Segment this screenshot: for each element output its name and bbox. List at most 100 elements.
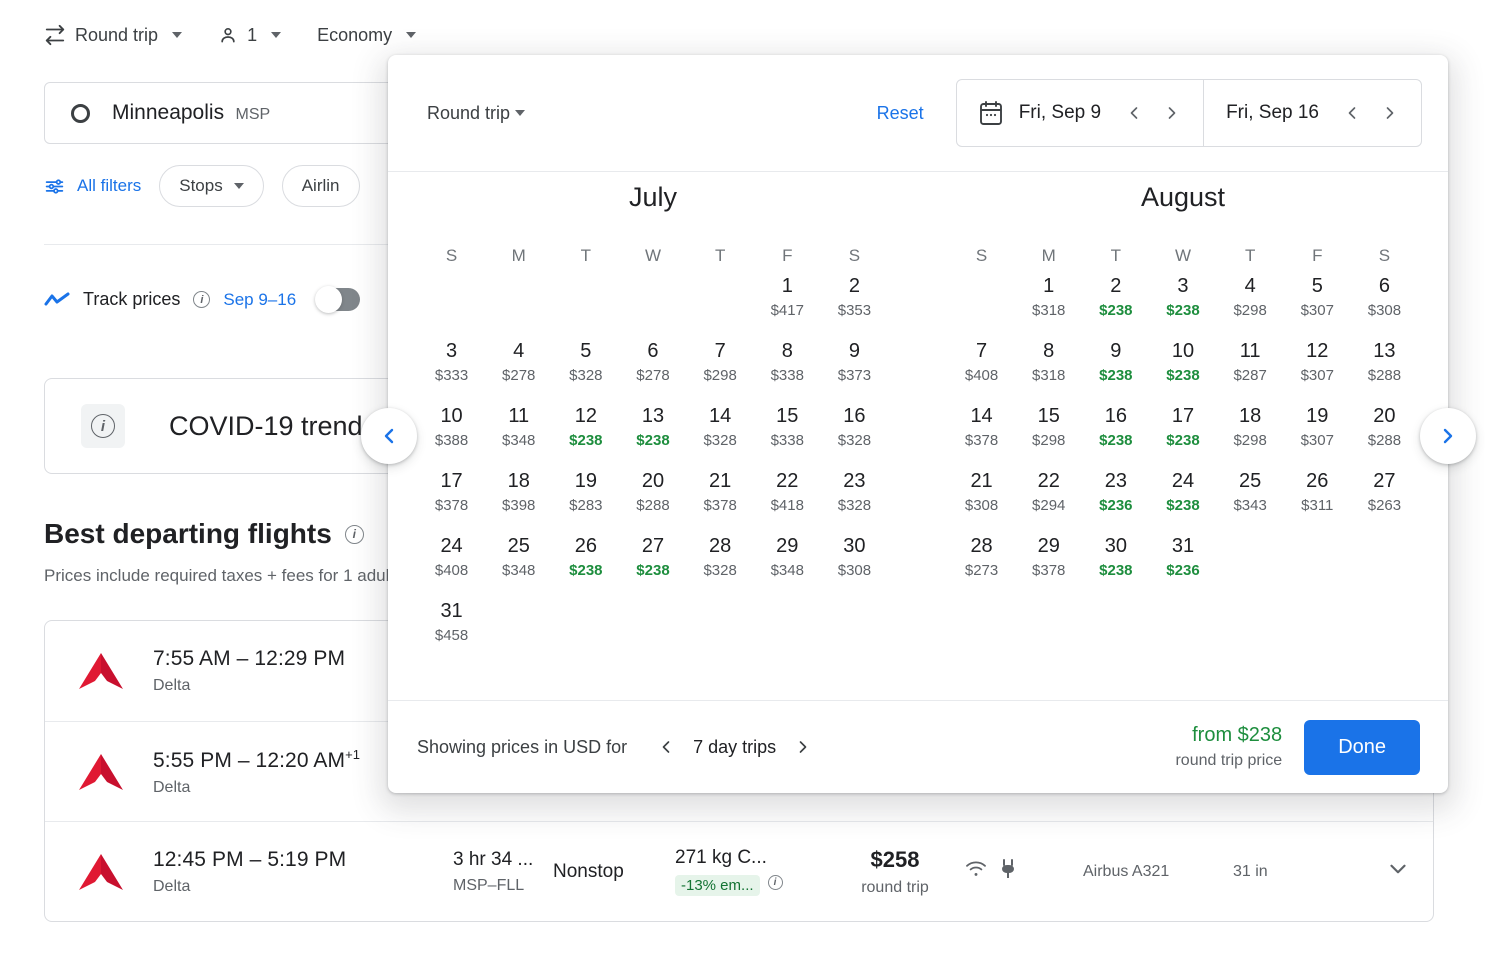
calendar-day-cell[interactable]: 13$288 xyxy=(1351,335,1418,400)
cabin-class-selector[interactable]: Economy xyxy=(317,25,416,46)
calendar-day-cell[interactable]: 18$398 xyxy=(485,465,552,530)
calendar-day-cell[interactable]: 10$238 xyxy=(1149,335,1216,400)
calendar-day-cell[interactable]: 31$458 xyxy=(418,595,485,660)
stops-filter-chip[interactable]: Stops xyxy=(159,165,263,207)
calendar-day-cell[interactable]: 29$378 xyxy=(1015,530,1082,595)
return-date-segment[interactable]: Fri, Sep 16 xyxy=(1203,80,1421,146)
calendar-day-cell[interactable]: 8$338 xyxy=(754,335,821,400)
calendar-day-cell[interactable]: 20$288 xyxy=(1351,400,1418,465)
calendar-day-price: $283 xyxy=(569,497,602,514)
calendar-day-cell[interactable]: 22$418 xyxy=(754,465,821,530)
track-prices-toggle[interactable] xyxy=(316,288,360,311)
departure-date-segment[interactable]: Fri, Sep 9 xyxy=(957,80,1203,146)
calendar-day-cell[interactable]: 21$308 xyxy=(948,465,1015,530)
calendar-day-cell[interactable]: 8$318 xyxy=(1015,335,1082,400)
calendar-day-cell[interactable]: 31$236 xyxy=(1149,530,1216,595)
chevron-down-icon[interactable] xyxy=(1385,856,1411,887)
calendar-day-cell[interactable]: 12$307 xyxy=(1284,335,1351,400)
calendar-day-cell[interactable]: 23$236 xyxy=(1082,465,1149,530)
calendar-day-cell[interactable]: 9$373 xyxy=(821,335,888,400)
calendar-day-cell[interactable]: 16$238 xyxy=(1082,400,1149,465)
calendar-day-cell[interactable]: 18$298 xyxy=(1217,400,1284,465)
swap-arrows-icon xyxy=(44,24,66,46)
all-filters-button[interactable]: All filters xyxy=(44,176,141,197)
next-page-button[interactable] xyxy=(1420,408,1476,464)
calendar-day-cell[interactable]: 27$238 xyxy=(619,530,686,595)
airlines-filter-chip[interactable]: Airlin xyxy=(282,165,360,207)
calendar-day-cell[interactable]: 19$283 xyxy=(552,465,619,530)
flight-stops: Nonstop xyxy=(553,861,675,883)
calendar-day-cell[interactable]: 15$298 xyxy=(1015,400,1082,465)
calendar-day-cell[interactable]: 13$238 xyxy=(619,400,686,465)
calendar-day-cell[interactable]: 5$307 xyxy=(1284,270,1351,335)
trip-type-selector[interactable]: Round trip xyxy=(44,24,182,46)
calendar-day-cell[interactable]: 26$311 xyxy=(1284,465,1351,530)
calendar-day-cell[interactable]: 7$298 xyxy=(687,335,754,400)
calendar-day-cell[interactable]: 15$338 xyxy=(754,400,821,465)
calendar-day-cell[interactable]: 2$238 xyxy=(1082,270,1149,335)
calendar-day-cell[interactable]: 28$328 xyxy=(687,530,754,595)
calendar-day-cell[interactable]: 14$378 xyxy=(948,400,1015,465)
calendar-day-cell[interactable]: 19$307 xyxy=(1284,400,1351,465)
calendar-day-cell[interactable]: 16$328 xyxy=(821,400,888,465)
calendar-day-cell[interactable]: 1$417 xyxy=(754,270,821,335)
calendar-day-price: $298 xyxy=(703,367,736,384)
calendar-day-cell[interactable]: 5$328 xyxy=(552,335,619,400)
calendar-day-cell[interactable]: 29$348 xyxy=(754,530,821,595)
calendar-day-cell[interactable]: 25$343 xyxy=(1217,465,1284,530)
calendar-day-cell[interactable]: 12$238 xyxy=(552,400,619,465)
calendar-day-cell[interactable]: 23$328 xyxy=(821,465,888,530)
increase-trip-length-button[interactable] xyxy=(786,730,820,764)
departure-next-day-button[interactable] xyxy=(1155,96,1189,130)
dialog-trip-type-selector[interactable]: Round trip xyxy=(427,103,525,124)
calendar-day-cell[interactable]: 24$408 xyxy=(418,530,485,595)
calendar-day-cell[interactable]: 4$298 xyxy=(1217,270,1284,335)
chevron-left-icon xyxy=(1342,103,1362,123)
calendar-day-cell[interactable]: 30$238 xyxy=(1082,530,1149,595)
calendar-day-cell[interactable]: 21$378 xyxy=(687,465,754,530)
chevron-right-icon xyxy=(1436,424,1460,448)
calendar-day-cell[interactable]: 11$287 xyxy=(1217,335,1284,400)
previous-page-button[interactable] xyxy=(361,408,417,464)
return-prev-day-button[interactable] xyxy=(1335,96,1369,130)
calendar-day-cell[interactable]: 14$328 xyxy=(687,400,754,465)
table-row[interactable]: 12:45 PM – 5:19 PM Delta 3 hr 34 ... MSP… xyxy=(45,821,1433,921)
return-next-day-button[interactable] xyxy=(1373,96,1407,130)
calendar-day-cell[interactable]: 17$378 xyxy=(418,465,485,530)
calendar-day-cell[interactable]: 22$294 xyxy=(1015,465,1082,530)
calendar-day-price: $238 xyxy=(1099,562,1132,579)
calendar-day-number: 21 xyxy=(970,470,992,493)
calendar-day-cell[interactable]: 26$238 xyxy=(552,530,619,595)
calendar-day-cell[interactable]: 2$353 xyxy=(821,270,888,335)
calendar-day-number: 28 xyxy=(970,535,992,558)
track-prices-dates[interactable]: Sep 9–16 xyxy=(223,290,296,310)
calendar-day-cell[interactable]: 20$288 xyxy=(619,465,686,530)
calendar-day-cell[interactable]: 6$308 xyxy=(1351,270,1418,335)
calendar-day-cell[interactable]: 24$238 xyxy=(1149,465,1216,530)
calendar-day-cell[interactable]: 6$278 xyxy=(619,335,686,400)
calendar-day-cell[interactable]: 10$388 xyxy=(418,400,485,465)
calendar-day-cell[interactable]: 3$333 xyxy=(418,335,485,400)
month-name: August xyxy=(948,182,1418,230)
calendar-day-cell[interactable]: 1$318 xyxy=(1015,270,1082,335)
departure-prev-day-button[interactable] xyxy=(1117,96,1151,130)
info-icon[interactable]: i xyxy=(193,291,210,308)
calendar-day-cell[interactable]: 30$308 xyxy=(821,530,888,595)
calendar-day-cell[interactable]: 7$408 xyxy=(948,335,1015,400)
passenger-selector[interactable]: 1 xyxy=(218,25,281,46)
calendar-day-cell[interactable]: 28$273 xyxy=(948,530,1015,595)
calendar-day-cell[interactable]: 11$348 xyxy=(485,400,552,465)
reset-button[interactable]: Reset xyxy=(877,103,924,124)
info-icon[interactable]: i xyxy=(345,525,364,544)
calendar-day-cell[interactable]: 9$238 xyxy=(1082,335,1149,400)
calendar-day-cell[interactable]: 3$238 xyxy=(1149,270,1216,335)
calendar-day-cell[interactable]: 17$238 xyxy=(1149,400,1216,465)
calendar-day-cell[interactable]: 25$348 xyxy=(485,530,552,595)
date-picker-footer: Showing prices in USD for 7 day trips fr… xyxy=(388,700,1448,793)
calendar-day-cell[interactable]: 4$278 xyxy=(485,335,552,400)
done-button[interactable]: Done xyxy=(1304,720,1420,775)
calendar-day-cell[interactable]: 27$263 xyxy=(1351,465,1418,530)
calendar-day-number: 25 xyxy=(508,535,530,558)
info-icon[interactable]: i xyxy=(768,875,783,890)
decrease-trip-length-button[interactable] xyxy=(649,730,683,764)
